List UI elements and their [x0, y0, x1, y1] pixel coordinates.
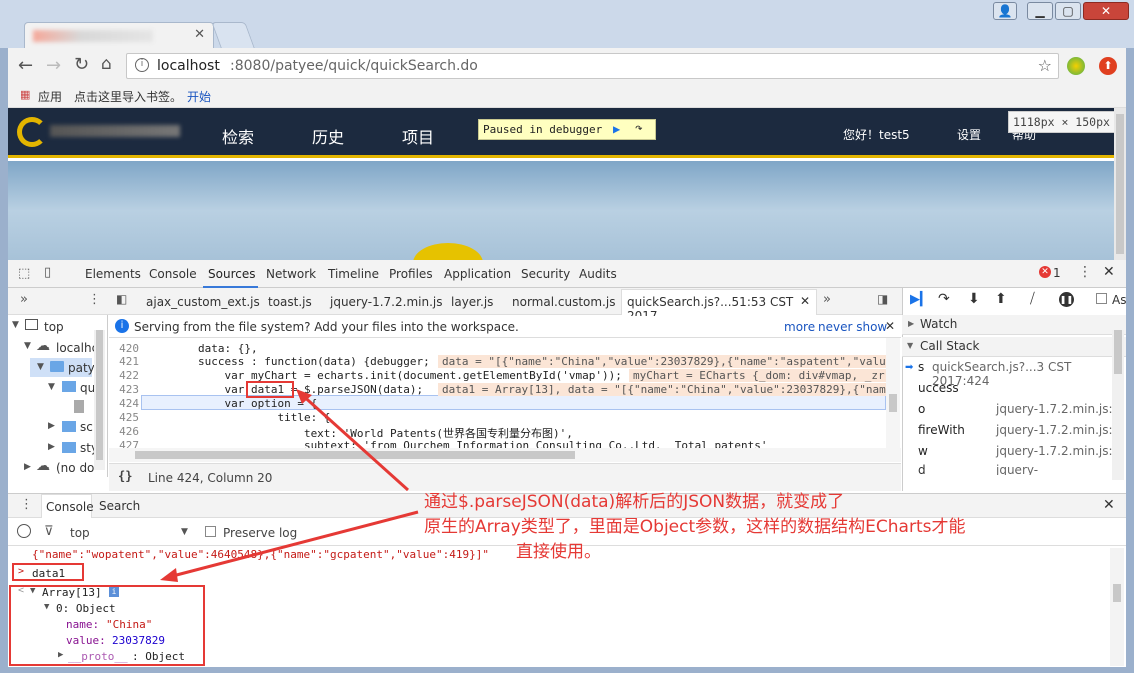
annotation-text: 通过$.parseJSON(data)解析后的JSON数据，就变成了 原生的Ar…	[424, 490, 1094, 565]
arrow-to-console	[164, 510, 419, 580]
annotation-line-2: 原生的Array类型了，里面是Object参数，这样的数据结构ECharts才能	[424, 517, 966, 537]
window-frame-right	[1126, 48, 1134, 673]
window-frame-left	[0, 48, 8, 673]
annotation-line-1: 通过$.parseJSON(data)解析后的JSON数据，就变成了	[424, 492, 845, 512]
annotation-line-3: 直接使用。	[516, 542, 601, 562]
window-frame-bottom	[0, 667, 1134, 673]
arrow-head-console	[160, 568, 178, 582]
annotation-arrows	[160, 389, 419, 582]
arrow-to-code	[298, 391, 410, 492]
